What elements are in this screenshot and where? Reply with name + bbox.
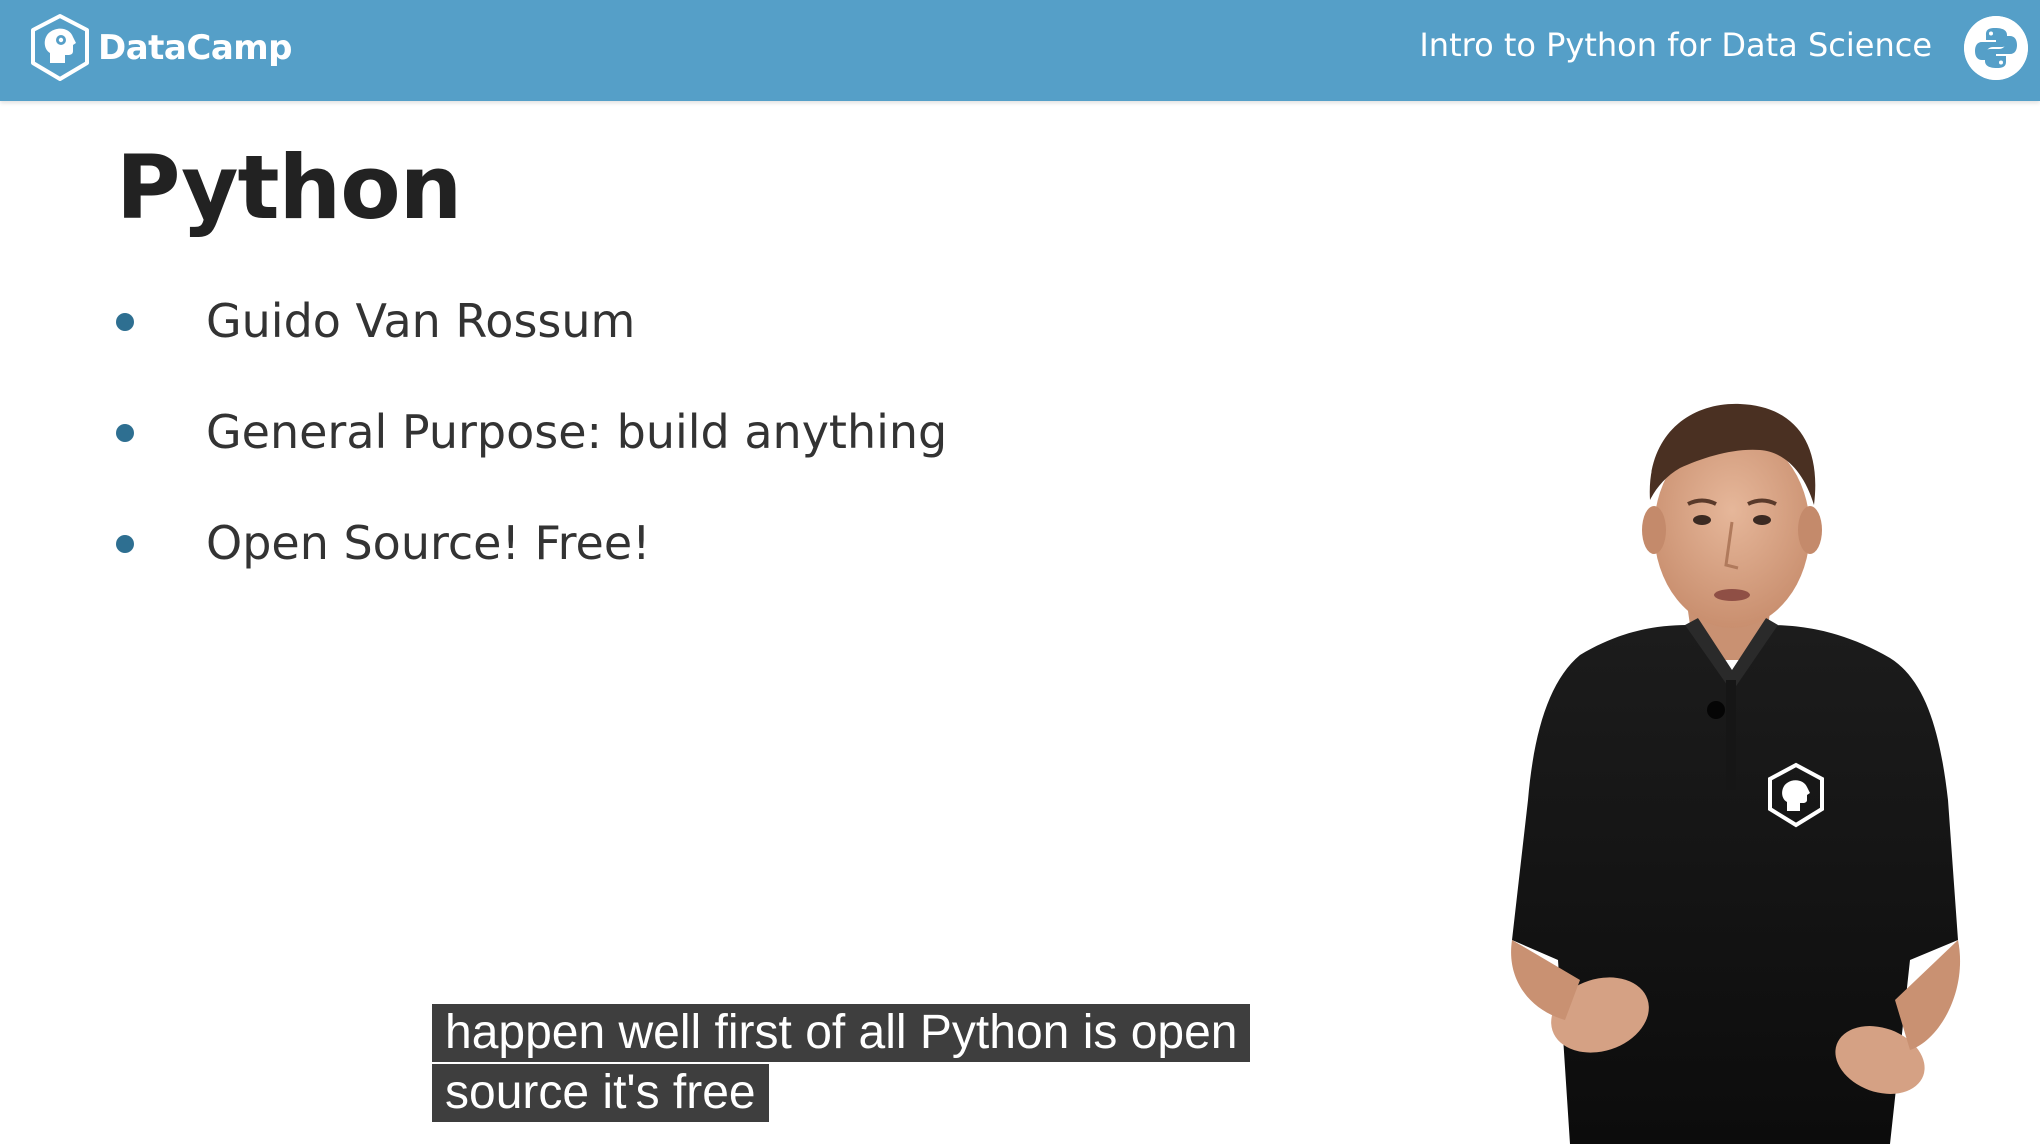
python-logo-icon — [1964, 16, 2028, 80]
bullet-text: Open Source! Free! — [206, 516, 651, 570]
bullet-text: Guido Van Rossum — [206, 294, 636, 348]
bullet-item: General Purpose: build anything — [116, 397, 947, 508]
caption-line: source it's free — [432, 1064, 769, 1122]
bullet-dot-icon — [116, 535, 134, 553]
video-frame[interactable]: DataCamp Intro to Python for Data Scienc… — [0, 0, 2040, 1144]
captions: happen well first of all Python is open … — [432, 1004, 1251, 1124]
presenter-figure — [1511, 403, 1961, 1144]
bullet-dot-icon — [116, 313, 134, 331]
brand: DataCamp — [28, 12, 293, 84]
datacamp-logo-icon — [31, 14, 89, 81]
course-title: Intro to Python for Data Science — [1419, 26, 1932, 64]
bullet-list: Guido Van Rossum General Purpose: build … — [116, 286, 947, 619]
caption-line: happen well first of all Python is open — [432, 1004, 1251, 1062]
bullet-dot-icon — [116, 424, 134, 442]
bullet-item: Guido Van Rossum — [116, 286, 947, 397]
brand-name: DataCamp — [98, 28, 293, 68]
slide-title: Python — [116, 136, 462, 239]
header-bar: DataCamp Intro to Python for Data Scienc… — [0, 0, 2040, 101]
bullet-item: Open Source! Free! — [116, 508, 947, 619]
bullet-text: General Purpose: build anything — [206, 405, 948, 459]
